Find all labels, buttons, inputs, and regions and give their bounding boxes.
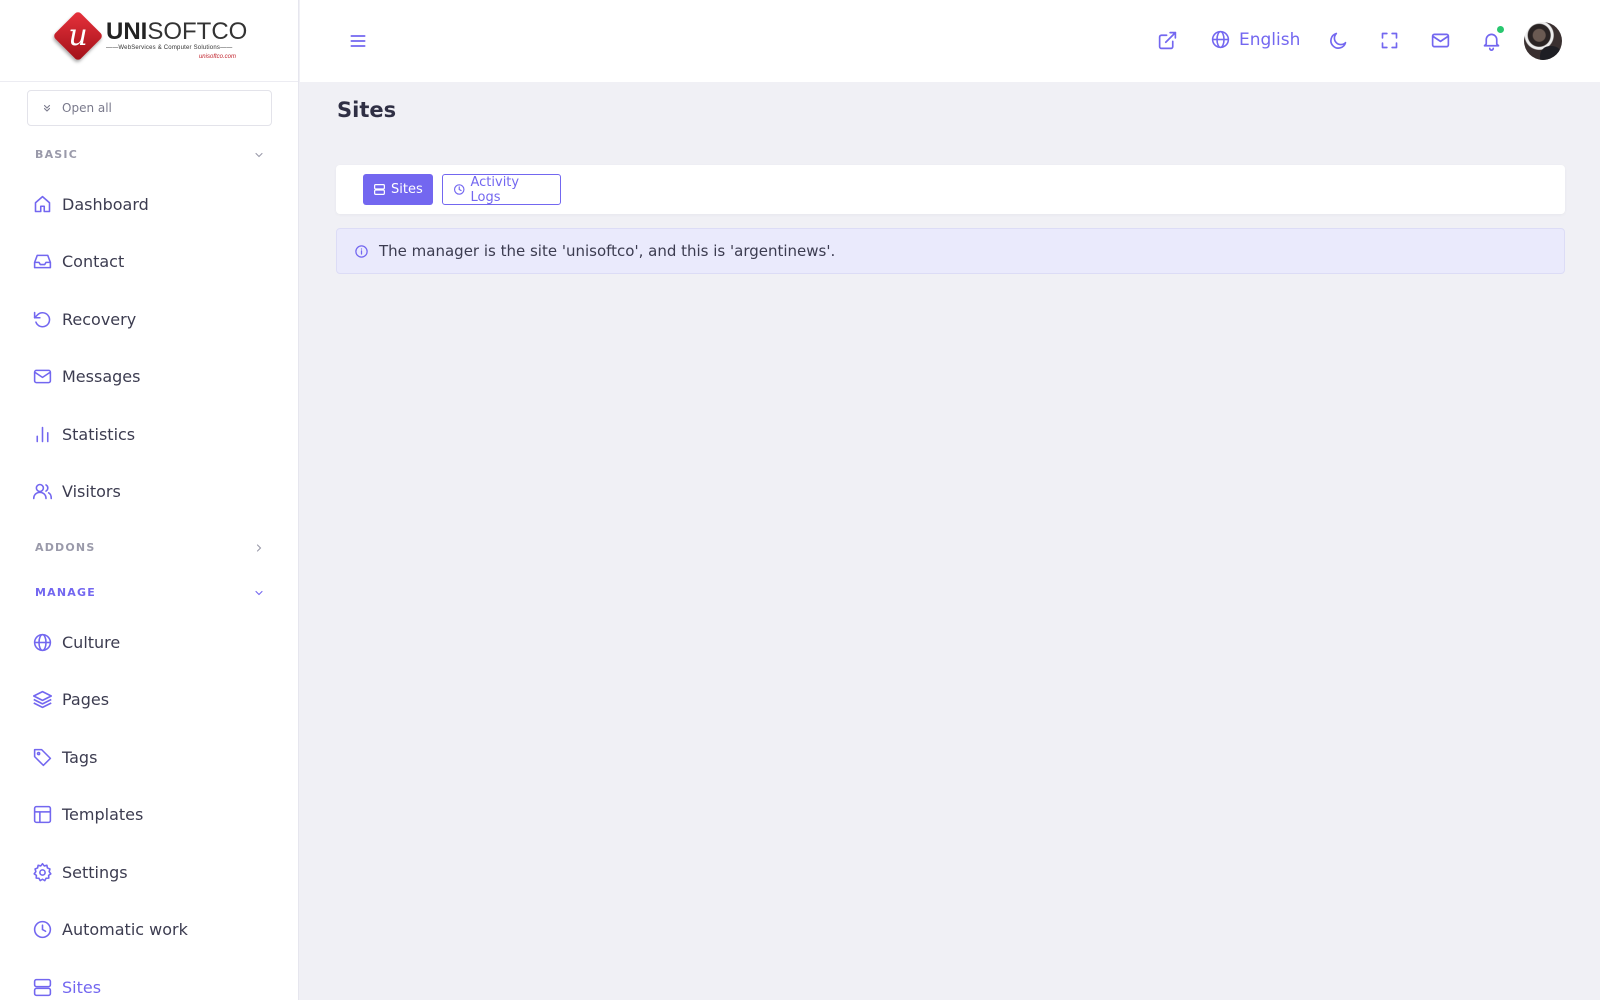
bar-chart-icon (36, 426, 49, 442)
sidebar-item-label: Tags (62, 747, 98, 767)
mail-icon (33, 369, 52, 383)
open-all-label: Open all (62, 101, 112, 115)
sidebar-item-recovery[interactable]: Recovery (32, 301, 272, 337)
avatar[interactable] (1524, 22, 1562, 60)
globe-icon (1211, 30, 1230, 49)
menu-icon[interactable] (348, 31, 368, 51)
info-alert: The manager is the site 'unisoftco', and… (336, 228, 1565, 274)
gear-icon (33, 862, 52, 881)
sidebar-item-label: Messages (62, 366, 141, 386)
moon-icon[interactable] (1328, 30, 1349, 51)
clock-icon (453, 184, 465, 195)
logo-light: SOFTCO (147, 18, 248, 45)
clock-icon (33, 920, 52, 938)
external-link-icon[interactable] (1157, 30, 1178, 51)
sidebar-item-label: Visitors (62, 481, 121, 501)
section-basic-label: BASIC (35, 148, 78, 161)
language-label: English (1239, 29, 1301, 50)
globe-icon (33, 633, 52, 651)
tab-sites-label: Sites (391, 182, 423, 197)
sidebar-item-label: Sites (62, 977, 102, 997)
mail-icon[interactable] (1430, 30, 1451, 51)
sidebar-item-messages[interactable]: Messages (32, 358, 272, 394)
sidebar-item-label: Dashboard (62, 194, 149, 214)
chevron-right-icon (256, 543, 262, 552)
sidebar-item-label: Templates (62, 804, 144, 824)
sidebar-item-pages[interactable]: Pages (32, 681, 272, 717)
sidebar-item-label: Pages (62, 689, 110, 709)
page-title: Sites (337, 98, 397, 122)
section-manage-label: MANAGE (35, 586, 96, 599)
sidebar-item-label: Recovery (62, 309, 137, 329)
sidebar: u UNISOFTCO ——WebServices & Computer Sol… (0, 0, 299, 1000)
sidebar-item-culture[interactable]: Culture (32, 624, 272, 660)
sidebar-item-contact[interactable]: Contact (32, 243, 272, 279)
sidebar-item-label: Automatic work (62, 919, 188, 939)
layers-icon (32, 690, 53, 708)
sidebar-item-sites[interactable]: Sites (32, 969, 272, 1000)
tag-icon (33, 748, 52, 766)
logo-wordmark: UNISOFTCO (106, 18, 247, 46)
home-icon (34, 195, 51, 212)
server-icon (33, 978, 52, 996)
sidebar-item-templates[interactable]: Templates (32, 796, 272, 832)
alert-text: The manager is the site 'unisoftco', and… (379, 242, 836, 260)
online-status-dot (1496, 25, 1505, 34)
sidebar-item-statistics[interactable]: Statistics (32, 416, 272, 452)
sidebar-item-tags[interactable]: Tags (32, 739, 272, 775)
logo-tagline: ——WebServices & Computer Solutions—— (106, 45, 233, 51)
sidebar-item-label: Settings (62, 862, 128, 882)
chevron-down-icon (255, 590, 263, 595)
sidebar-item-label: Statistics (62, 424, 136, 444)
section-addons-label: ADDONS (35, 541, 96, 554)
sidebar-item-label: Culture (62, 632, 121, 652)
brand-logo[interactable]: u UNISOFTCO ——WebServices & Computer Sol… (52, 10, 247, 64)
layout-icon (33, 805, 52, 823)
fullscreen-icon[interactable] (1379, 30, 1400, 51)
server-icon (374, 184, 385, 195)
sidebar-item-dashboard[interactable]: Dashboard (32, 186, 272, 222)
top-bar: English (300, 0, 1600, 82)
sidebar-item-visitors[interactable]: Visitors (32, 473, 272, 509)
logo-bold: UNI (106, 18, 148, 45)
chevron-down-icon (255, 152, 263, 157)
users-icon (32, 483, 53, 499)
section-basic[interactable]: BASIC (35, 148, 265, 161)
logo-letter: u (68, 18, 88, 53)
tab-activity-logs[interactable]: Activity Logs (442, 174, 561, 205)
logo-site: unisoftco.com (198, 54, 236, 60)
sidebar-item-settings[interactable]: Settings (32, 854, 272, 890)
sidebar-item-automatic-work[interactable]: Automatic work (32, 911, 272, 947)
inbox-icon (33, 254, 52, 268)
info-icon (355, 244, 368, 258)
sidebar-item-label: Contact (62, 251, 125, 271)
language-selector[interactable]: English (1210, 29, 1300, 50)
open-all-button[interactable]: Open all (27, 90, 272, 126)
chevrons-down-icon (43, 104, 51, 112)
rotate-ccw-icon (33, 311, 51, 328)
tab-activity-logs-label: Activity Logs (470, 174, 520, 205)
tabs-card: Sites Activity Logs (336, 165, 1565, 214)
section-manage[interactable]: MANAGE (35, 586, 265, 599)
tab-sites[interactable]: Sites (363, 174, 433, 205)
section-addons[interactable]: ADDONS (35, 541, 265, 554)
logo-area: u UNISOFTCO ——WebServices & Computer Sol… (0, 0, 298, 82)
